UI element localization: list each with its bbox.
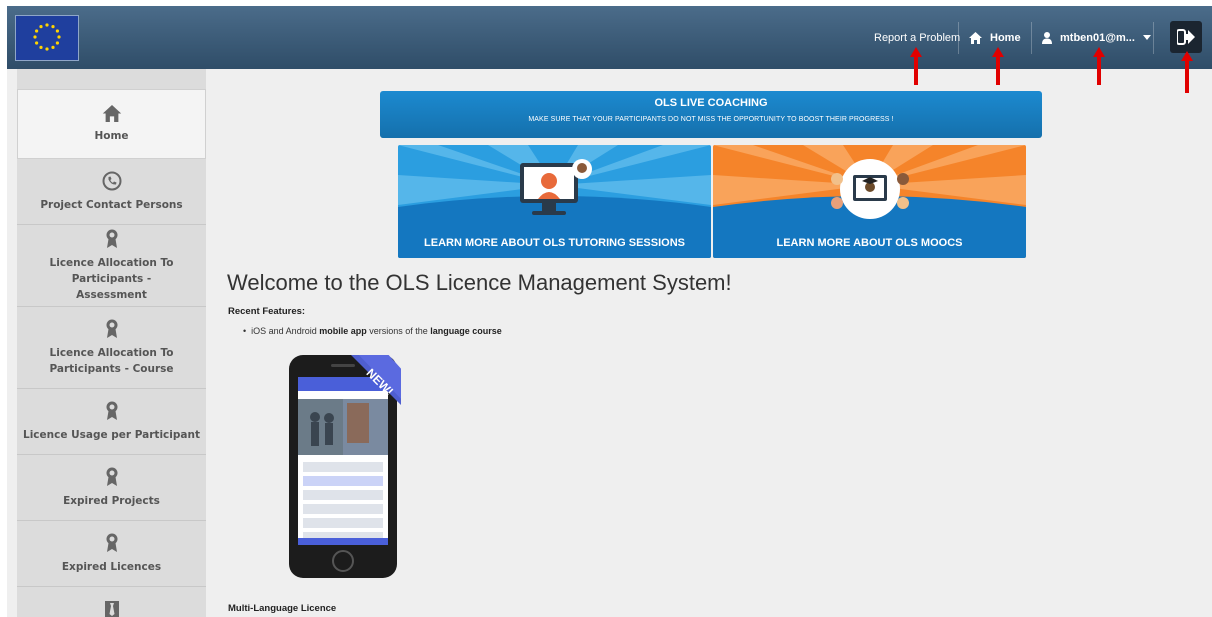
tie-icon (104, 601, 119, 617)
annotation-arrow-icon (1181, 51, 1193, 93)
bullet-icon: • (243, 326, 252, 336)
award-icon (106, 467, 117, 486)
sidebar-item-allocation-course[interactable]: Licence Allocation To Participants - Cou… (17, 307, 206, 389)
mooc-students-icon (831, 159, 909, 219)
phone-icon (102, 171, 121, 190)
sidebar-item-label: Expired Licences (61, 560, 162, 573)
feature-text-1: iOS and Android (251, 326, 320, 336)
app-frame: Report a Problem Home mtben01@m... Home … (7, 6, 1212, 617)
sidebar-item-label: Expired Projects (63, 494, 160, 507)
divider (1153, 22, 1154, 54)
sidebar-item-expired-licences[interactable]: Expired Licences (17, 521, 206, 587)
sidebar-item-more[interactable] (17, 587, 206, 617)
sidebar-item-project-contacts[interactable]: Project Contact Persons (17, 159, 206, 225)
award-icon (106, 533, 117, 552)
feature-bold-2: language course (430, 326, 502, 336)
feature-bold-1: mobile app (319, 326, 367, 336)
tutoring-promo-banner[interactable]: LEARN MORE ABOUT OLS TUTORING SESSIONS (398, 145, 711, 258)
sidebar-item-expired-projects[interactable]: Expired Projects (17, 455, 206, 521)
sidebar: Home Project Contact Persons Licence All… (17, 69, 206, 617)
multi-language-heading: Multi-Language Licence (228, 603, 337, 614)
annotation-arrow-icon (992, 47, 1004, 85)
sign-out-icon (1177, 29, 1195, 45)
award-icon (106, 229, 117, 248)
home-icon (969, 31, 982, 44)
tutoring-promo-label: LEARN MORE ABOUT OLS TUTORING SESSIONS (424, 237, 685, 249)
annotation-arrow-icon (910, 47, 922, 85)
user-name: mtben01@m... (1060, 31, 1135, 44)
feature-list-item: • iOS and Android mobile app versions of… (243, 326, 502, 336)
live-coaching-banner[interactable]: OLS LIVE COACHING MAKE SURE THAT YOUR PA… (380, 91, 1042, 138)
sidebar-item-allocation-assessment[interactable]: Licence Allocation To Participants - Ass… (17, 225, 206, 307)
recent-features-heading: Recent Features: (228, 306, 306, 317)
top-header: Report a Problem Home mtben01@m... (7, 6, 1212, 69)
page-title: Welcome to the OLS Licence Management Sy… (227, 270, 732, 295)
sidebar-item-label: Licence Allocation To Participants - Cou… (49, 346, 174, 375)
sidebar-item-label: Project Contact Persons (40, 198, 183, 211)
caret-down-icon (1142, 35, 1151, 40)
user-icon (1042, 31, 1052, 44)
eu-flag-logo[interactable] (15, 15, 79, 61)
sidebar-item-licence-usage[interactable]: Licence Usage per Participant (17, 389, 206, 455)
sidebar-item-label: Home (94, 129, 129, 142)
home-icon (102, 104, 121, 122)
sidebar-item-label: Licence Allocation To Participants - Ass… (49, 256, 174, 301)
award-icon (106, 319, 117, 338)
logout-button[interactable] (1170, 21, 1202, 53)
annotation-arrow-icon (1093, 47, 1105, 85)
award-icon (106, 401, 117, 420)
sidebar-item-label: Licence Usage per Participant (23, 428, 200, 441)
feature-text-2: versions of the (366, 326, 431, 336)
tutor-computer-icon (520, 159, 592, 215)
divider (958, 22, 959, 54)
moocs-promo-label: LEARN MORE ABOUT OLS MOOCS (776, 237, 963, 249)
divider (1031, 22, 1032, 54)
banner-subtitle: MAKE SURE THAT YOUR PARTICIPANTS DO NOT … (528, 116, 894, 123)
mobile-app-phone-image: NEW! (289, 355, 401, 585)
moocs-promo-banner[interactable]: LEARN MORE ABOUT OLS MOOCS (713, 145, 1026, 258)
report-problem-label: Report a Problem (874, 31, 961, 44)
banner-title: OLS LIVE COACHING (654, 97, 768, 109)
sidebar-item-home[interactable]: Home (17, 89, 206, 159)
home-nav-label: Home (990, 31, 1021, 44)
